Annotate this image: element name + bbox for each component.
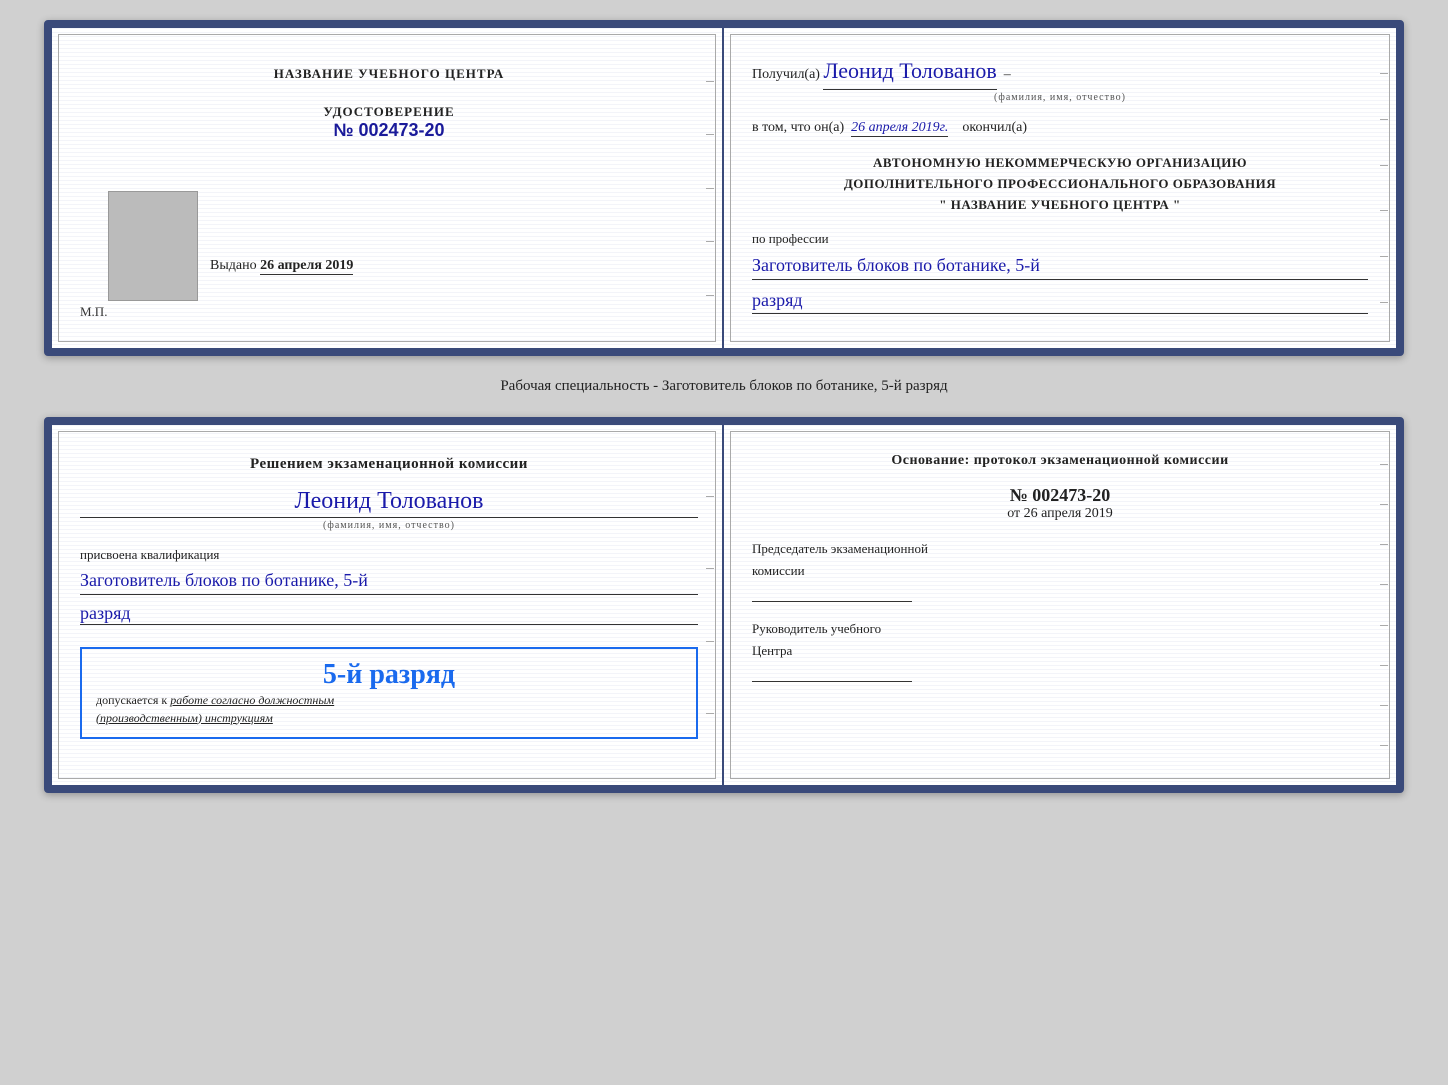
qualification-block: присвоена квалификация Заготовитель блок… <box>80 547 698 625</box>
stamp-rank: 5-й разряд <box>96 659 682 691</box>
stamp-admission-text: работе согласно должностным <box>170 693 334 707</box>
top-doc-right: Получил(а) Леонид Толованов – (фамилия, … <box>724 28 1396 348</box>
protocol-number: № 002473-20 <box>752 485 1368 506</box>
stamp-box: 5-й разряд допускается к работе согласно… <box>80 647 698 739</box>
bottom-recipient-name: Леонид Толованов <box>80 488 698 518</box>
issued-line: Выдано 26 апреля 2019 <box>210 258 353 273</box>
director-sig-line <box>752 666 912 682</box>
profession-block: по профессии Заготовитель блоков по бота… <box>752 230 1368 314</box>
qualification-name: Заготовитель блоков по ботанике, 5-й <box>80 567 698 595</box>
fio-subtitle: (фамилия, имя, отчество) <box>752 92 1368 103</box>
protocol-date-line: от 26 апреля 2019 <box>752 506 1368 522</box>
profession-name: Заготовитель блоков по ботанике, 5-й <box>752 252 1368 280</box>
bottom-doc-left: Решением экзаменационной комиссии Леонид… <box>52 425 724 785</box>
photo-area: Выдано 26 апреля 2019 <box>80 164 698 284</box>
stamp-admission-text2: (производственным) инструкциям <box>96 711 273 725</box>
bottom-doc-right: Основание: протокол экзаменационной коми… <box>724 425 1396 785</box>
training-center-title: НАЗВАНИЕ УЧЕБНОГО ЦЕНТРА <box>274 66 505 82</box>
completion-block: в том, что он(а) 26 апреля 2019г. окончи… <box>752 117 1368 139</box>
margin-marks <box>706 28 714 348</box>
razryad: разряд <box>752 288 1368 314</box>
director-block: Руководитель учебного Центра <box>752 618 1368 682</box>
issued-date: 26 апреля 2019 <box>260 258 353 275</box>
recipient-name: Леонид Толованов <box>823 56 996 90</box>
bottom-recipient-block: Леонид Толованов (фамилия, имя, отчество… <box>80 488 698 531</box>
cert-block: УДОСТОВЕРЕНИЕ № 002473-20 <box>323 104 454 141</box>
top-document: НАЗВАНИЕ УЧЕБНОГО ЦЕНТРА УДОСТОВЕРЕНИЕ №… <box>44 20 1404 356</box>
top-doc-left: НАЗВАНИЕ УЧЕБНОГО ЦЕНТРА УДОСТОВЕРЕНИЕ №… <box>52 28 724 348</box>
completion-date: 26 апреля 2019г. <box>851 120 948 137</box>
specialty-label: Рабочая специальность - Заготовитель бло… <box>500 374 947 399</box>
org-block: АВТОНОМНУЮ НЕКОММЕРЧЕСКУЮ ОРГАНИЗАЦИЮ ДО… <box>752 153 1368 215</box>
cert-number: № 002473-20 <box>323 120 454 141</box>
photo-placeholder <box>108 191 198 301</box>
commission-title: Решением экзаменационной комиссии <box>80 453 698 476</box>
cert-label: УДОСТОВЕРЕНИЕ <box>323 104 454 120</box>
right-margin-marks <box>1380 28 1388 348</box>
recipient-block: Получил(а) Леонид Толованов – (фамилия, … <box>752 56 1368 103</box>
bottom-left-margin-marks <box>706 425 714 785</box>
basis-title: Основание: протокол экзаменационной коми… <box>752 453 1368 469</box>
mp-text: М.П. <box>80 304 107 320</box>
protocol-date: 26 апреля 2019 <box>1024 506 1113 521</box>
bottom-document: Решением экзаменационной комиссии Леонид… <box>44 417 1404 793</box>
stamp-admission: допускается к работе согласно должностны… <box>96 691 682 727</box>
bottom-right-margin-marks <box>1380 425 1388 785</box>
protocol-block: № 002473-20 от 26 апреля 2019 <box>752 485 1368 522</box>
recipient-prefix: Получил(а) Леонид Толованов – <box>752 67 1011 82</box>
chairman-block: Председатель экзаменационной комиссии <box>752 538 1368 602</box>
bottom-fio-subtitle: (фамилия, имя, отчество) <box>80 520 698 531</box>
razryad-bottom: разряд <box>80 603 698 625</box>
chairman-sig-line <box>752 586 912 602</box>
